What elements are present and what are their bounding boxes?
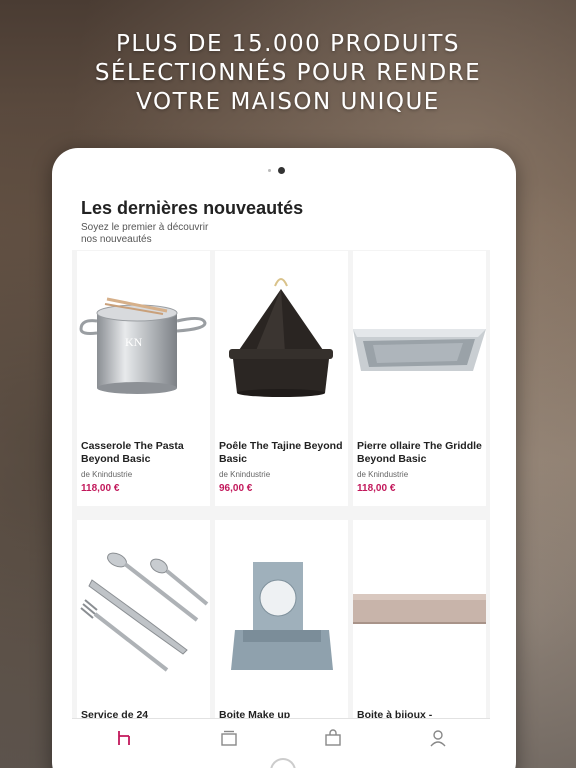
app-screen: Les dernières nouveautés Soyez le premie… [72, 190, 490, 768]
promo-line-1: PLUS DE 15.000 PRODUITS [115, 31, 461, 57]
pot-image: KN [77, 251, 210, 434]
cutlery-image [77, 520, 210, 703]
tab-profile[interactable] [418, 728, 458, 752]
product-brand: de Knindustrie [81, 470, 133, 479]
product-brand: de Knindustrie [219, 470, 271, 479]
tab-bag[interactable] [313, 728, 353, 752]
promo-line-2: SÉLECTIONNÉS POUR RENDRE [94, 60, 482, 86]
promo-line-3: VOTRE MAISON UNIQUE [136, 89, 440, 115]
product-price: 118,00 € [357, 483, 396, 494]
profile-icon [430, 730, 446, 747]
product-price: 118,00 € [81, 483, 120, 494]
bag-icon [325, 729, 341, 746]
tablet-sensor [268, 169, 271, 172]
promo-headline: PLUS DE 15.000 PRODUITS SÉLECTIONNÉS POU… [0, 30, 576, 117]
section-subtitle: Soyez le premier à découvrir nos nouveau… [81, 222, 209, 245]
svg-text:KN: KN [125, 335, 143, 349]
tajine-image [215, 251, 348, 434]
product-name: Casserole The Pasta Beyond Basic [81, 440, 184, 465]
product-grid: KN Casserole The Pasta Beyond Basic de K… [77, 251, 487, 768]
product-card[interactable]: Pierre ollaire The Griddle Beyond Basic … [353, 251, 486, 506]
catalog-icon [221, 730, 237, 746]
product-card[interactable]: KN Casserole The Pasta Beyond Basic de K… [77, 251, 210, 506]
product-name: Pierre ollaire The Griddle Beyond Basic [357, 440, 482, 465]
home-icon [118, 731, 131, 745]
product-card[interactable]: Poêle The Tajine Beyond Basic de Knindus… [215, 251, 348, 506]
tablet-camera [278, 167, 285, 174]
section-title: Les dernières nouveautés [81, 198, 304, 218]
jewelry-box-image [353, 520, 486, 703]
griddle-image [353, 251, 486, 434]
tab-home[interactable] [104, 728, 144, 752]
tab-catalog[interactable] [209, 728, 249, 752]
product-brand: de Knindustrie [357, 470, 409, 479]
product-name: Poêle The Tajine Beyond Basic [219, 440, 343, 465]
section-header: Les dernières nouveautés Soyez le premie… [72, 190, 490, 250]
product-price: 96,00 € [219, 483, 253, 494]
makeup-box-image [215, 520, 348, 703]
